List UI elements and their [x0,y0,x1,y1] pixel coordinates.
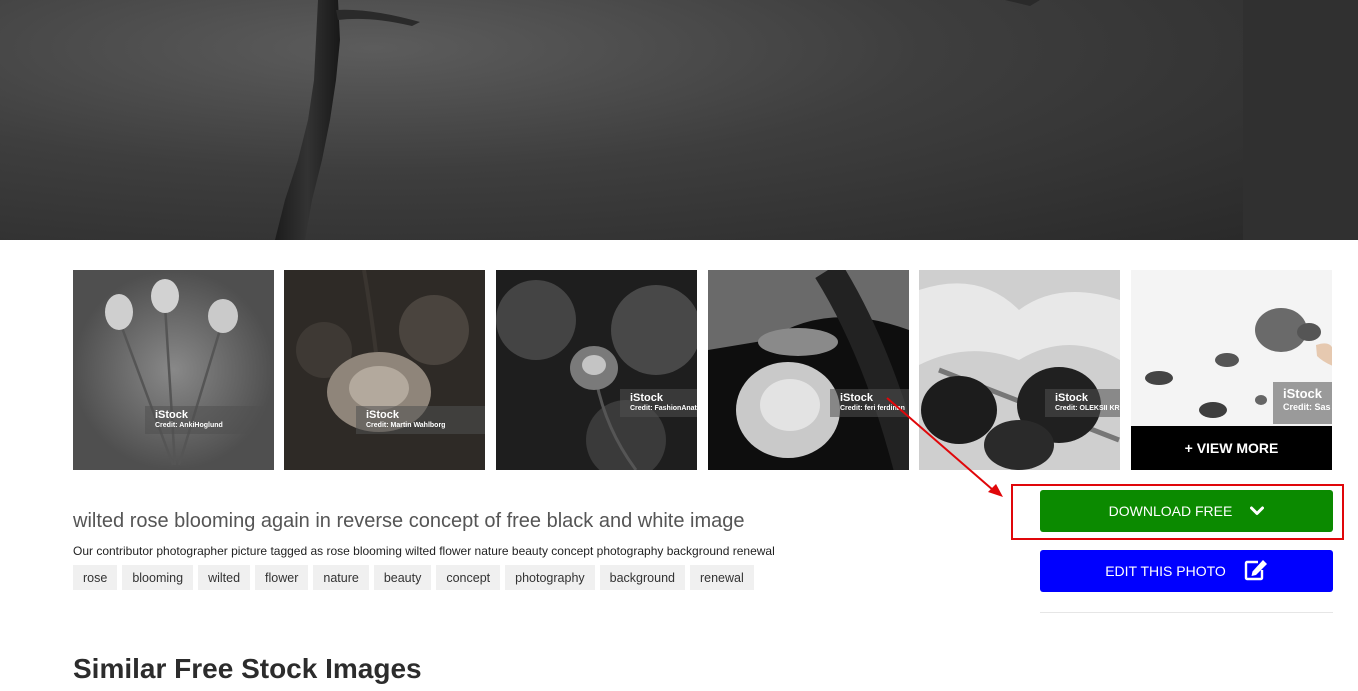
tag-list: rose blooming wilted flower nature beaut… [73,565,754,590]
tag-blooming[interactable]: blooming [122,565,194,590]
photo-description: Our contributor photographer picture tag… [73,544,775,558]
thumbnail-5[interactable]: iStock Credit: OLEKSII KR [919,270,1120,470]
watermark: iStock Credit: FashionAnato [620,389,697,417]
download-label: DOWNLOAD FREE [1108,503,1233,519]
watermark-credit: Credit: Martin Wahlborg [366,422,446,429]
watermark-credit: Credit: AnkiHoglund [155,422,223,429]
thumbnail-4[interactable]: iStock Credit: feri ferdinan [708,270,909,470]
watermark-credit: Credit: feri ferdinan [840,405,905,412]
tag-flower[interactable]: flower [255,565,309,590]
hero-side-strip [1243,0,1358,240]
hero-photo [0,0,1243,240]
download-free-button[interactable]: DOWNLOAD FREE [1040,490,1333,532]
edit-icon [1244,559,1268,584]
chevron-down-icon [1250,503,1265,519]
tag-concept[interactable]: concept [436,565,501,590]
thumbnail-3[interactable]: iStock Credit: FashionAnato [496,270,697,470]
watermark-credit: Credit: OLEKSII KR [1055,405,1120,412]
watermark: iStock Credit: OLEKSII KR [1045,389,1120,417]
watermark-brand: iStock [1283,386,1323,401]
similar-images-heading: Similar Free Stock Images [73,653,422,684]
thumbnail-6-view-more[interactable]: iStock Credit: Sas + VIEW MORE [1131,270,1332,470]
tag-photography[interactable]: photography [505,565,595,590]
tag-wilted[interactable]: wilted [198,565,251,590]
watermark-brand: iStock [630,392,664,404]
watermark: iStock Credit: Sas [1273,382,1332,424]
watermark-brand: iStock [840,392,874,404]
watermark: iStock Credit: Martin Wahlborg [356,406,485,434]
tag-background[interactable]: background [599,565,685,590]
watermark: iStock Credit: AnkiHoglund [145,406,274,434]
tag-beauty[interactable]: beauty [373,565,432,590]
related-thumbnails: iStock Credit: AnkiHoglund iStock Credit… [73,270,1333,470]
thumbnail-1[interactable]: iStock Credit: AnkiHoglund [73,270,274,470]
tag-renewal[interactable]: renewal [689,565,754,590]
watermark-credit: Credit: FashionAnato [630,405,697,412]
watermark-brand: iStock [366,409,400,421]
tag-nature[interactable]: nature [313,565,369,590]
view-more-label: + VIEW MORE [1184,440,1279,456]
watermark: iStock Credit: feri ferdinan [830,389,909,417]
photo-title: wilted rose blooming again in reverse co… [73,510,745,532]
divider [1040,612,1333,613]
thumbnail-2[interactable]: iStock Credit: Martin Wahlborg [284,270,485,470]
tag-rose[interactable]: rose [73,565,118,590]
edit-photo-button[interactable]: EDIT THIS PHOTO [1040,550,1333,592]
watermark-brand: iStock [155,409,189,421]
edit-label: EDIT THIS PHOTO [1105,563,1226,579]
view-more-button[interactable]: + VIEW MORE [1131,426,1332,470]
watermark-brand: iStock [1055,392,1089,404]
watermark-credit: Credit: Sas [1283,402,1331,412]
